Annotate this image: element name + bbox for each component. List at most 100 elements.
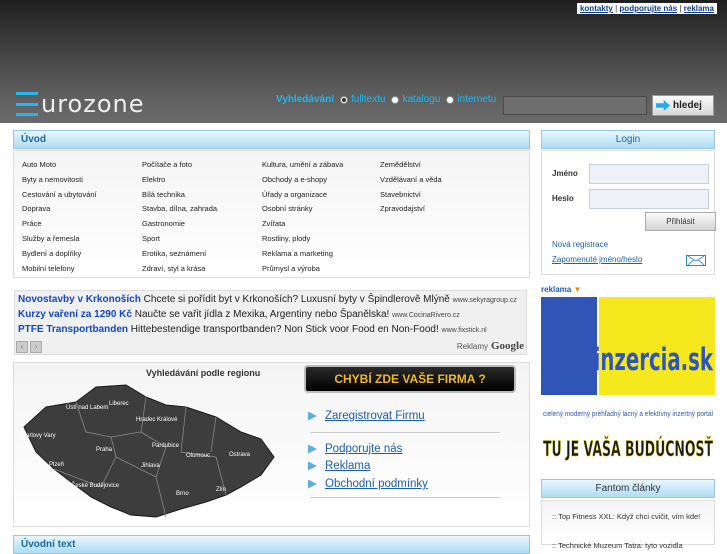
city-label[interactable]: Ostrava [229,452,251,458]
search-button[interactable]: hledej [652,95,714,116]
radio-internet[interactable]: internetu [446,94,496,105]
ad-item[interactable]: Kurzy vaření za 1290 Kč Naučte se vařit … [18,309,460,320]
category-link[interactable]: Byty a nemovitosti [22,175,83,184]
article-title[interactable]: Technické Muzeum Tatra: tyto vozidla [558,541,683,550]
category-link[interactable]: Obchody a e-shopy [262,175,327,184]
city-label[interactable]: Brno [176,491,189,497]
category-link[interactable]: Služby a řemesla [22,234,80,243]
category-link[interactable]: Úřady a organizace [262,190,327,199]
category-link[interactable]: Vzdělávaní a věda [380,175,442,184]
name-input[interactable] [589,164,709,184]
category-link[interactable]: Doprava [22,204,50,213]
forgot-password-link[interactable]: Zapomenuté jméno/heslo [552,255,642,264]
radio-fulltext[interactable]: fulltextu [340,94,385,105]
city-label[interactable]: České Budějovice [71,482,120,489]
category-link[interactable]: Zdraví, styl a krása [142,264,205,273]
category-link[interactable]: Průmysl a výroba [262,264,320,273]
ad-title[interactable]: Kurzy vaření za 1290 Kč [18,309,132,320]
google-logo: Google [491,340,524,352]
category-link[interactable]: Rostliny, plody [262,234,310,243]
fantom-articles: :: Top Fitness XXL: Když chci cvičit, ví… [541,500,715,550]
category-link[interactable]: Zpravodajství [380,204,425,213]
map-shape[interactable] [23,384,275,518]
category-link[interactable]: Bydlení a doplňky [22,249,81,258]
fantom-title: Fantom články [595,483,661,494]
register-company-link[interactable]: Zaregistrovat Firmu [308,410,425,422]
ad-label-text: reklama [541,285,572,294]
banner-slogan: TU JE VAŠA BUDÚCNOSŤ [543,436,713,461]
category-link[interactable]: Zemědělství [380,160,421,169]
site-logo[interactable]: urozone [16,90,145,118]
ad-box: Novostavby v Krkonoších Chcete si pořídi… [14,290,527,355]
terms-link[interactable]: Obchodní podmínky [308,478,428,490]
category-link[interactable]: Mobilní telefony [22,264,75,273]
category-link[interactable]: Počítače a foto [142,160,192,169]
article-link[interactable]: :: Technické Muzeum Tatra: tyto vozidla [552,540,702,552]
search-button-label: hledej [673,100,702,111]
city-label[interactable]: Hradec Králové [136,417,178,423]
euroinzercia-banner[interactable]: euroinzercia.sk cielený moderný prehľadn… [541,295,715,470]
ad-item[interactable]: Novostavby v Krkonoších Chcete si pořídi… [18,294,517,305]
top-links: kontakty | podporujte nás | reklama [576,3,717,14]
ad-item[interactable]: PTFE Transportbanden Hittebestendige tra… [18,324,487,335]
name-label: Jméno [552,169,578,178]
divider [310,432,500,433]
password-input[interactable] [589,189,709,209]
city-label[interactable]: Liberec [109,401,129,407]
city-label[interactable]: Karlovy Vary [22,433,56,439]
ad-title[interactable]: PTFE Transportbanden [18,324,128,335]
radio-selected-icon [340,95,348,104]
contacts-link[interactable]: kontakty [580,4,613,13]
city-label[interactable]: Praha [96,447,113,453]
city-label[interactable]: Ústí nad Labem [66,404,108,411]
mail-icon[interactable] [686,255,706,266]
ad-title[interactable]: Novostavby v Krkonoších [18,294,141,305]
article-title[interactable]: Top Fitness XXL: Když chci cvičit, vím k… [558,512,700,521]
search-input[interactable] [503,96,647,115]
category-link[interactable]: Elektro [142,175,165,184]
ad-footer[interactable]: Reklamy Google [457,340,524,352]
register-link[interactable]: Nová registrace [552,240,608,249]
ad-text: Hittebestendige transportbanden? Non Sti… [130,324,439,335]
support-us-link[interactable]: Podporujte nás [308,443,402,455]
login-button[interactable]: Přihlásit [645,212,716,231]
category-link[interactable]: Kultura, umění a zábava [262,160,343,169]
next-arrow-icon[interactable]: › [30,341,42,353]
category-link[interactable]: Stavebnictví [380,190,421,199]
category-link[interactable]: Stavba, dílna, zahrada [142,204,217,213]
radio-label: internetu [457,94,497,105]
radio-catalog[interactable]: katalogu [391,94,440,105]
category-link[interactable]: Bílá technika [142,190,185,199]
arrow-right-icon [656,100,670,111]
prev-arrow-icon[interactable]: ‹ [16,341,28,353]
login-header: Login [541,130,715,149]
advertising-link[interactable]: Reklama [308,460,370,472]
link-separator: | [679,4,682,13]
city-label[interactable]: Olomouc [186,453,210,459]
support-link[interactable]: podporujte nás [619,4,677,13]
ad-domain[interactable]: www.sekyragroup.cz [453,297,517,304]
category-link[interactable]: Práce [22,219,42,228]
category-link[interactable]: Reklama a marketing [262,249,333,258]
category-link[interactable]: Sport [142,234,160,243]
category-link[interactable]: Erotika, seznámení [142,249,206,258]
ad-footer-label: Reklamy [456,341,488,351]
category-link[interactable]: Zvířata [262,219,285,228]
city-label[interactable]: Plzeň [49,462,64,468]
article-link[interactable]: :: Top Fitness XXL: Když chci cvičit, ví… [552,511,702,523]
czech-map[interactable]: Liberec Ústí nad Labem Hradec Králové Ka… [16,377,286,527]
city-label[interactable]: Jihlava [141,463,160,469]
category-link[interactable]: Auto Moto [22,160,56,169]
city-label[interactable]: Pardubice [152,443,180,449]
ad-domain[interactable]: www.fixstick.nl [442,327,487,334]
category-link[interactable]: Cestování a ubytování [22,190,97,199]
city-label[interactable]: Zlín [216,487,226,493]
category-link[interactable]: Gastronomie [142,219,185,228]
site-header: kontakty | podporujte nás | reklama uroz… [0,0,727,123]
ads-link[interactable]: reklama [684,4,714,13]
promo-banner[interactable]: CHYBÍ ZDE VAŠE FIRMA ? [304,365,516,393]
banner-tagline: cielený moderný prehľadný lacný a efektí… [543,411,713,418]
radio-label: fulltextu [351,94,386,105]
ad-domain[interactable]: www.CocinaRivero.cz [392,312,460,319]
category-link[interactable]: Osobní stránky [262,204,312,213]
